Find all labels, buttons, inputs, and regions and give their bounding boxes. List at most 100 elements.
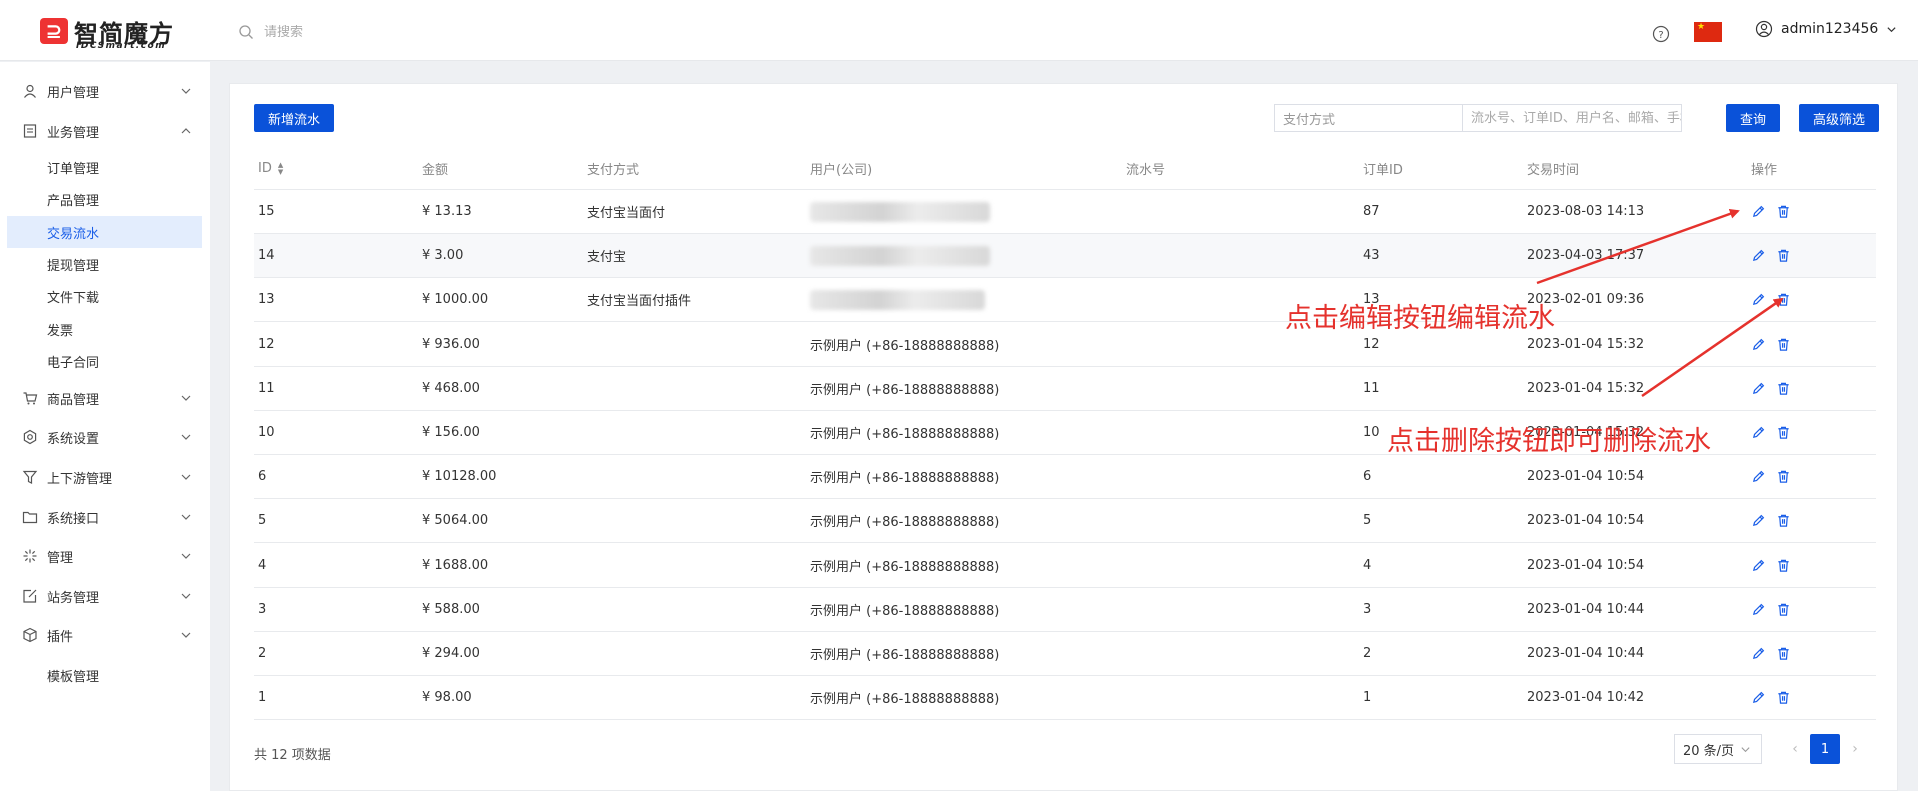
- sidebar-item-upstream[interactable]: 上下游管理: [0, 461, 210, 493]
- delete-icon[interactable]: [1776, 337, 1791, 352]
- cart-icon: [22, 390, 38, 406]
- sidebar-sub-downloads[interactable]: 文件下载: [7, 280, 202, 312]
- sidebar-item-manage[interactable]: 管理: [0, 540, 210, 572]
- edit-icon[interactable]: [1751, 204, 1766, 219]
- cell-user: 示例用户 (+86-18888888888): [810, 648, 1000, 663]
- sidebar-item-label: 系统接口: [47, 511, 100, 527]
- next-page-button[interactable]: ›: [1840, 734, 1870, 764]
- cell-order-id: 1: [1363, 690, 1372, 706]
- sidebar-sub-templates[interactable]: 模板管理: [7, 659, 202, 691]
- page-1-button[interactable]: 1: [1810, 734, 1840, 764]
- chevron-down-icon: [180, 511, 192, 523]
- edit-icon[interactable]: [1751, 381, 1766, 396]
- help-icon[interactable]: ?: [1652, 25, 1670, 43]
- cell-amount: ¥ 588.00: [422, 601, 480, 617]
- sidebar-item-api[interactable]: 系统接口: [0, 501, 210, 533]
- sidebar-sub-label: 提现管理: [47, 258, 100, 274]
- cell-amount: ¥ 10128.00: [422, 469, 497, 485]
- table-row: 12 ¥ 936.00 示例用户 (+86-18888888888) 12 2023-0…: [254, 323, 1876, 367]
- sidebar-item-goods[interactable]: 商品管理: [0, 382, 210, 414]
- sort-icon[interactable]: ▲ ▼: [278, 161, 283, 176]
- row-actions: [1751, 455, 1791, 498]
- edit-icon[interactable]: [1751, 602, 1766, 617]
- edit-icon[interactable]: [1751, 690, 1766, 705]
- logo[interactable]: ⊇ 智简魔方 IDCSmart.com: [40, 14, 220, 51]
- delete-icon[interactable]: [1776, 690, 1791, 705]
- chevron-down-icon: [180, 550, 192, 562]
- edit-icon[interactable]: [1751, 337, 1766, 352]
- edit-icon[interactable]: [1751, 469, 1766, 484]
- delete-icon[interactable]: [1776, 425, 1791, 440]
- delete-icon[interactable]: [1776, 558, 1791, 573]
- cell-order-id: 43: [1363, 248, 1380, 264]
- edit-box-icon: [22, 588, 38, 604]
- sidebar-item-site[interactable]: 站务管理: [0, 580, 210, 612]
- logo-subtext: IDCSmart.com: [76, 41, 167, 51]
- sidebar-item-settings[interactable]: 系统设置: [0, 421, 210, 453]
- advanced-filter-button[interactable]: 高级筛选: [1799, 104, 1879, 132]
- sidebar-item-label: 用户管理: [47, 85, 100, 101]
- table-row: 13 ¥ 1000.00 支付宝当面付插件 13 2023-02-01 09:36: [254, 278, 1876, 323]
- cell-time: 2023-01-04 10:54: [1527, 557, 1645, 573]
- edit-icon[interactable]: [1751, 292, 1766, 307]
- table-row: 5 ¥ 5064.00 示例用户 (+86-18888888888) 5 2023-01…: [254, 499, 1876, 544]
- delete-icon[interactable]: [1776, 381, 1791, 396]
- edit-icon[interactable]: [1751, 425, 1766, 440]
- edit-icon[interactable]: [1751, 513, 1766, 528]
- query-button[interactable]: 查询: [1726, 104, 1780, 132]
- cell-id: 12: [258, 336, 275, 352]
- sidebar-item-label: 管理: [47, 550, 74, 566]
- sidebar-item-label: 插件: [47, 629, 74, 645]
- header-payment-method: 支付方式: [587, 163, 640, 178]
- add-transaction-button[interactable]: 新增流水: [254, 104, 334, 132]
- cell-user: [810, 234, 990, 277]
- chevron-up-icon: [180, 125, 192, 137]
- chevron-down-icon: [180, 590, 192, 602]
- header-amount: 金额: [422, 163, 449, 178]
- sidebar-sub-label: 电子合同: [47, 355, 100, 371]
- sidebar-sub-transactions[interactable]: 交易流水: [7, 216, 202, 248]
- row-actions: [1751, 632, 1791, 675]
- row-actions: [1751, 544, 1791, 587]
- delete-icon[interactable]: [1776, 292, 1791, 307]
- box-icon: [22, 627, 38, 643]
- sidebar-item-users[interactable]: 用户管理: [0, 75, 210, 107]
- row-actions: [1751, 676, 1791, 719]
- cell-order-id: 11: [1363, 380, 1380, 396]
- header-actions: 操作: [1751, 163, 1778, 178]
- table-row: 2 ¥ 294.00 示例用户 (+86-18888888888) 2 2023-01-…: [254, 632, 1876, 676]
- header-id[interactable]: ID ▲ ▼: [258, 148, 283, 189]
- sidebar-item-business[interactable]: 业务管理: [0, 115, 210, 147]
- global-search[interactable]: [238, 20, 558, 44]
- sidebar-sub-products[interactable]: 产品管理: [7, 183, 202, 215]
- prev-page-button[interactable]: ‹: [1780, 734, 1810, 764]
- cell-user: 示例用户 (+86-18888888888): [810, 559, 1000, 575]
- keyword-search-input[interactable]: [1462, 104, 1682, 132]
- cell-amount: ¥ 98.00: [422, 690, 472, 706]
- cell-payment-method: 支付宝当面付: [587, 206, 666, 221]
- user-menu[interactable]: admin123456: [1755, 20, 1897, 38]
- sidebar-item-plugins[interactable]: 插件: [0, 619, 210, 651]
- delete-icon[interactable]: [1776, 204, 1791, 219]
- search-input[interactable]: [264, 24, 544, 40]
- edit-icon[interactable]: [1751, 558, 1766, 573]
- page-size-select[interactable]: 20 条/页: [1674, 734, 1762, 764]
- cell-time: 2023-01-04 15:32: [1527, 380, 1645, 396]
- cell-order-id: 6: [1363, 469, 1372, 485]
- edit-icon[interactable]: [1751, 646, 1766, 661]
- sidebar-sub-orders[interactable]: 订单管理: [7, 151, 202, 183]
- sidebar-sub-label: 产品管理: [47, 193, 100, 209]
- chevron-down-icon: [180, 629, 192, 641]
- language-flag-icon[interactable]: ★: [1694, 22, 1722, 42]
- sidebar-sub-contracts[interactable]: 电子合同: [7, 345, 202, 377]
- delete-icon[interactable]: [1776, 248, 1791, 263]
- sidebar-sub-withdrawals[interactable]: 提现管理: [7, 248, 202, 280]
- delete-icon[interactable]: [1776, 602, 1791, 617]
- payment-method-select[interactable]: 支付方式: [1274, 104, 1487, 132]
- cell-time: 2023-08-03 14:13: [1527, 204, 1645, 219]
- delete-icon[interactable]: [1776, 646, 1791, 661]
- delete-icon[interactable]: [1776, 513, 1791, 528]
- sidebar-sub-invoices[interactable]: 发票: [7, 313, 202, 345]
- delete-icon[interactable]: [1776, 469, 1791, 484]
- edit-icon[interactable]: [1751, 248, 1766, 263]
